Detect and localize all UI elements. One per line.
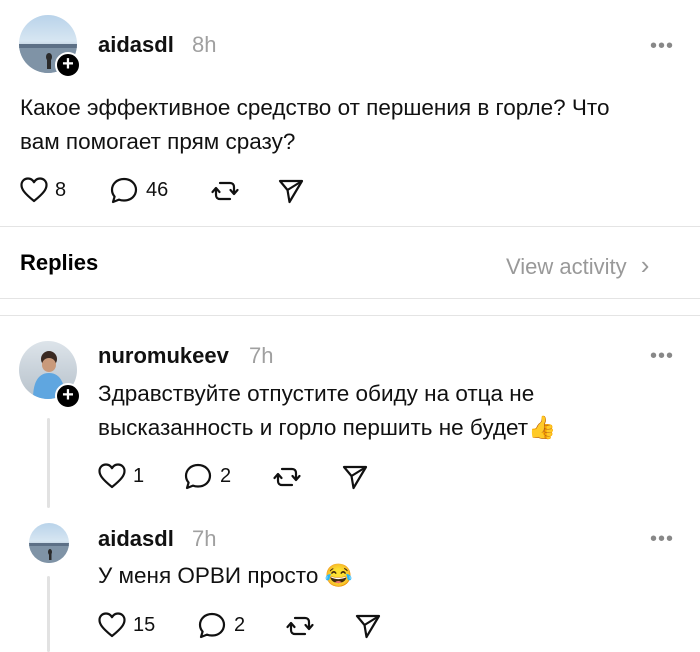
like-button[interactable]: 1 bbox=[98, 462, 158, 490]
heart-icon bbox=[98, 612, 126, 638]
reply-text: У меня ОРВИ просто bbox=[98, 563, 319, 588]
reply-time: 7h bbox=[249, 343, 274, 368]
follow-plus-icon[interactable]: + bbox=[55, 52, 81, 78]
thread-line bbox=[47, 576, 50, 652]
comment-count: 2 bbox=[220, 465, 232, 487]
post-time: 8h bbox=[192, 32, 217, 57]
like-count: 1 bbox=[133, 465, 145, 487]
reply-username[interactable]: aidasdl bbox=[98, 526, 174, 552]
comment-icon bbox=[184, 463, 212, 490]
reply-text: высказанность и горло першить не будет bbox=[98, 415, 529, 440]
reply-time: 7h bbox=[192, 526, 217, 551]
repost-icon[interactable] bbox=[272, 463, 302, 491]
comment-count: 46 bbox=[146, 179, 169, 201]
post-text-line-1: Какое эффективное средство от першения в… bbox=[20, 95, 610, 120]
laughing-emoji: 😂 bbox=[324, 563, 353, 588]
thumbs-up-emoji: 👍 bbox=[528, 415, 557, 440]
share-icon[interactable] bbox=[354, 613, 382, 639]
like-count: 8 bbox=[55, 179, 67, 201]
chevron-right-icon: › bbox=[640, 250, 650, 280]
like-button[interactable]: 8 bbox=[20, 176, 80, 204]
more-options-icon[interactable]: ••• bbox=[650, 345, 674, 368]
like-count: 15 bbox=[133, 614, 156, 636]
avatar-photo bbox=[29, 543, 69, 563]
comment-count: 2 bbox=[234, 614, 246, 636]
follow-plus-icon[interactable]: + bbox=[55, 383, 81, 409]
divider bbox=[0, 298, 700, 299]
comment-icon bbox=[198, 612, 226, 639]
reply-avatar[interactable] bbox=[29, 523, 69, 563]
reply-text-line-1: У меня ОРВИ просто 😂 bbox=[98, 559, 353, 593]
share-icon[interactable] bbox=[341, 464, 369, 490]
repost-icon[interactable] bbox=[285, 612, 315, 640]
post-username[interactable]: aidasdl bbox=[98, 32, 174, 58]
view-activity-link[interactable]: View activity › bbox=[506, 250, 649, 281]
share-icon[interactable] bbox=[277, 178, 305, 204]
post-text-line-2: вам помогает прям сразу? bbox=[20, 129, 296, 154]
like-button[interactable]: 15 bbox=[98, 611, 168, 639]
reply-text-line-2: высказанность и горло першить не будет👍 bbox=[98, 411, 556, 445]
replies-title[interactable]: Replies bbox=[20, 250, 98, 276]
more-options-icon[interactable]: ••• bbox=[650, 528, 674, 551]
comment-button[interactable]: 2 bbox=[198, 611, 258, 639]
comment-button[interactable]: 2 bbox=[184, 462, 244, 490]
divider bbox=[0, 226, 700, 227]
reply-text-line-1: Здравствуйте отпустите обиду на отца не bbox=[98, 381, 535, 406]
view-activity-label: View activity bbox=[506, 254, 627, 279]
divider bbox=[0, 315, 700, 316]
heart-icon bbox=[98, 463, 126, 489]
comment-icon bbox=[110, 177, 138, 204]
comment-button[interactable]: 46 bbox=[110, 176, 180, 204]
reply-username[interactable]: nuromukeev bbox=[98, 343, 229, 369]
thread-line bbox=[47, 418, 50, 508]
repost-icon[interactable] bbox=[210, 177, 240, 205]
more-options-icon[interactable]: ••• bbox=[650, 35, 674, 58]
heart-icon bbox=[20, 177, 48, 203]
